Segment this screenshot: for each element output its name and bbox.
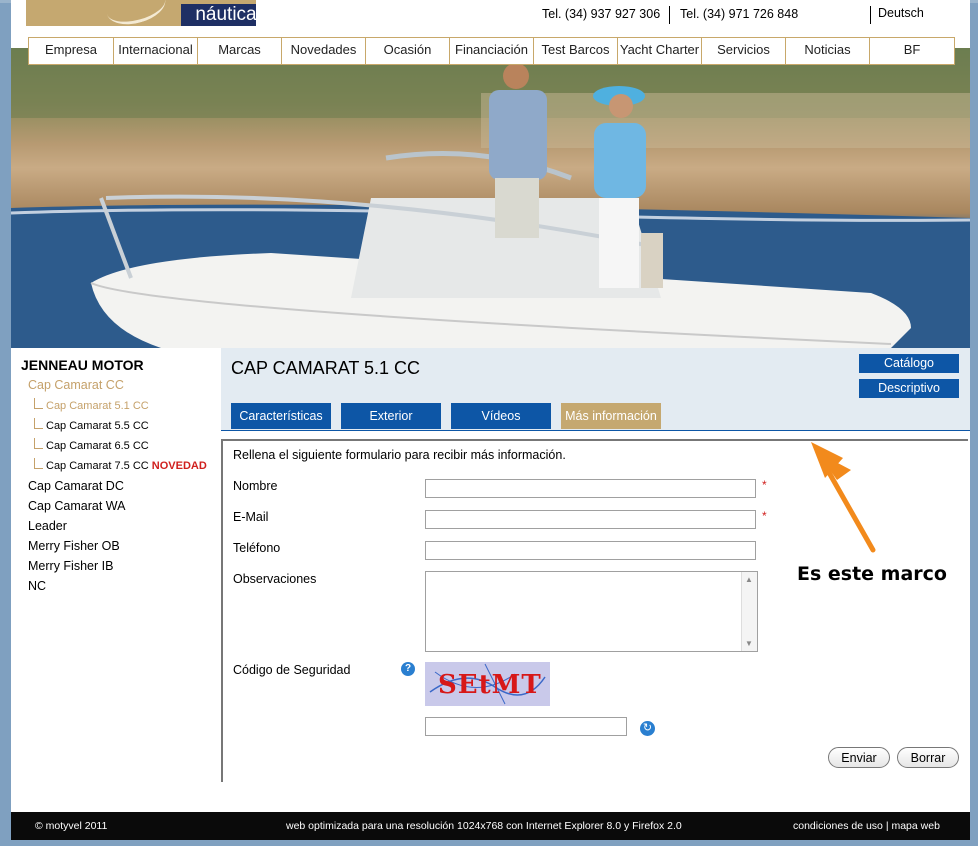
tab-exterior[interactable]: Exterior — [341, 403, 441, 429]
phone-barcelona: Tel. (34) 937 927 306 — [542, 7, 661, 21]
tree-connector — [34, 398, 43, 409]
page-frame: náutica Tel. (34) 937 927 306 Tel. (34) … — [11, 0, 970, 846]
tab-mas-informacion[interactable]: Más información — [561, 403, 661, 429]
site-logo[interactable]: náutica — [26, 0, 256, 26]
captcha-input[interactable] — [425, 717, 627, 736]
sidebar-title: JENNEAU MOTOR — [21, 357, 144, 373]
notes-label: Observaciones — [233, 572, 317, 586]
tab-underline — [221, 430, 970, 431]
notes-textarea[interactable]: ▲ ▼ — [425, 571, 758, 652]
nav-novedades[interactable]: Novedades — [282, 38, 366, 64]
phone-label: Teléfono — [233, 541, 281, 555]
descriptive-button[interactable]: Descriptivo — [859, 379, 959, 398]
captcha-label: Código de Seguridad — [233, 663, 351, 677]
nav-marcas[interactable]: Marcas — [198, 38, 282, 64]
email-label: E-Mail — [233, 510, 269, 524]
nav-internacional[interactable]: Internacional — [114, 38, 198, 64]
annotation-arrow-icon — [811, 442, 876, 553]
form-intro: Rellena el siguiente formulario para rec… — [233, 448, 566, 462]
phone-divider — [669, 6, 670, 24]
tab-caracteristicas[interactable]: Características — [231, 403, 331, 429]
nav-bf[interactable]: BF — [870, 38, 954, 64]
sidebar-item-leader[interactable]: Leader — [28, 519, 67, 533]
footer-links[interactable]: condiciones de uso | mapa web — [793, 820, 940, 832]
nav-noticias[interactable]: Noticias — [786, 38, 870, 64]
nav-test-barcos[interactable]: Test Barcos — [534, 38, 618, 64]
scroll-up-icon[interactable]: ▲ — [745, 575, 753, 584]
sidebar-item-cap-camarat-cc[interactable]: Cap Camarat CC — [28, 378, 124, 392]
sidebar-subitem-7-5[interactable]: Cap Camarat 7.5 CC NOVEDAD — [46, 460, 207, 472]
tab-videos[interactable]: Vídeos — [451, 403, 551, 429]
sidebar-item-cap-camarat-dc[interactable]: Cap Camarat DC — [28, 479, 124, 493]
help-icon[interactable]: ? — [401, 662, 415, 676]
annotation-label: Es este marco — [797, 563, 947, 585]
nav-ocasion[interactable]: Ocasión — [366, 38, 450, 64]
catalog-button[interactable]: Catálogo — [859, 354, 959, 373]
sidebar-item-cap-camarat-wa[interactable]: Cap Camarat WA — [28, 499, 125, 513]
language-link[interactable]: Deutsch — [878, 6, 924, 20]
hero-illustration — [11, 48, 970, 348]
tree-connector — [34, 458, 43, 469]
reset-button[interactable]: Borrar — [897, 747, 959, 768]
submit-button[interactable]: Enviar — [828, 747, 890, 768]
logo-text: náutica — [181, 4, 256, 26]
refresh-icon[interactable]: ↻ — [640, 721, 655, 736]
footer-copyright: © motyvel 2011 — [35, 820, 108, 832]
sidebar-item-merry-fisher-ob[interactable]: Merry Fisher OB — [28, 539, 120, 553]
captcha-image: SEtMT — [425, 662, 550, 706]
new-badge: NOVEDAD — [151, 460, 207, 472]
sidebar-item-nc[interactable]: NC — [28, 579, 46, 593]
sidebar-subitem-7-5-label: Cap Camarat 7.5 CC — [46, 460, 149, 472]
name-input[interactable] — [425, 479, 756, 498]
window-bottom-strip — [0, 840, 978, 846]
textarea-scrollbar[interactable]: ▲ ▼ — [741, 572, 757, 651]
lang-divider — [870, 6, 871, 24]
product-header: CAP CAMARAT 5.1 CC Catálogo Descriptivo … — [221, 348, 970, 430]
product-title: CAP CAMARAT 5.1 CC — [231, 358, 421, 378]
sidebar-subitem-5-1[interactable]: Cap Camarat 5.1 CC — [46, 400, 149, 412]
hero-boat-image — [11, 48, 970, 348]
sidebar-subitem-6-5[interactable]: Cap Camarat 6.5 CC — [46, 440, 149, 452]
nav-financiacion[interactable]: Financiación — [450, 38, 534, 64]
tree-connector — [34, 438, 43, 449]
main-nav: Empresa Internacional Marcas Novedades O… — [28, 37, 955, 65]
nav-yacht-charter[interactable]: Yacht Charter — [618, 38, 702, 64]
footer-note: web optimizada para una resolución 1024x… — [286, 820, 682, 832]
phone-input[interactable] — [425, 541, 756, 560]
email-input[interactable] — [425, 510, 756, 529]
sidebar-item-merry-fisher-ib[interactable]: Merry Fisher IB — [28, 559, 113, 573]
required-mark: * — [762, 478, 767, 492]
captcha-text: SEtMT — [438, 670, 542, 700]
footer: © motyvel 2011 web optimizada para una r… — [11, 812, 970, 840]
phone-mallorca: Tel. (34) 971 726 848 — [680, 7, 799, 21]
tree-connector — [34, 418, 43, 429]
logo-swoosh — [102, 0, 170, 26]
nav-empresa[interactable]: Empresa — [29, 38, 114, 64]
nav-servicios[interactable]: Servicios — [702, 38, 786, 64]
name-label: Nombre — [233, 479, 278, 493]
sidebar-subitem-5-5[interactable]: Cap Camarat 5.5 CC — [46, 420, 149, 432]
scroll-down-icon[interactable]: ▼ — [745, 639, 753, 648]
required-mark: * — [762, 509, 767, 523]
